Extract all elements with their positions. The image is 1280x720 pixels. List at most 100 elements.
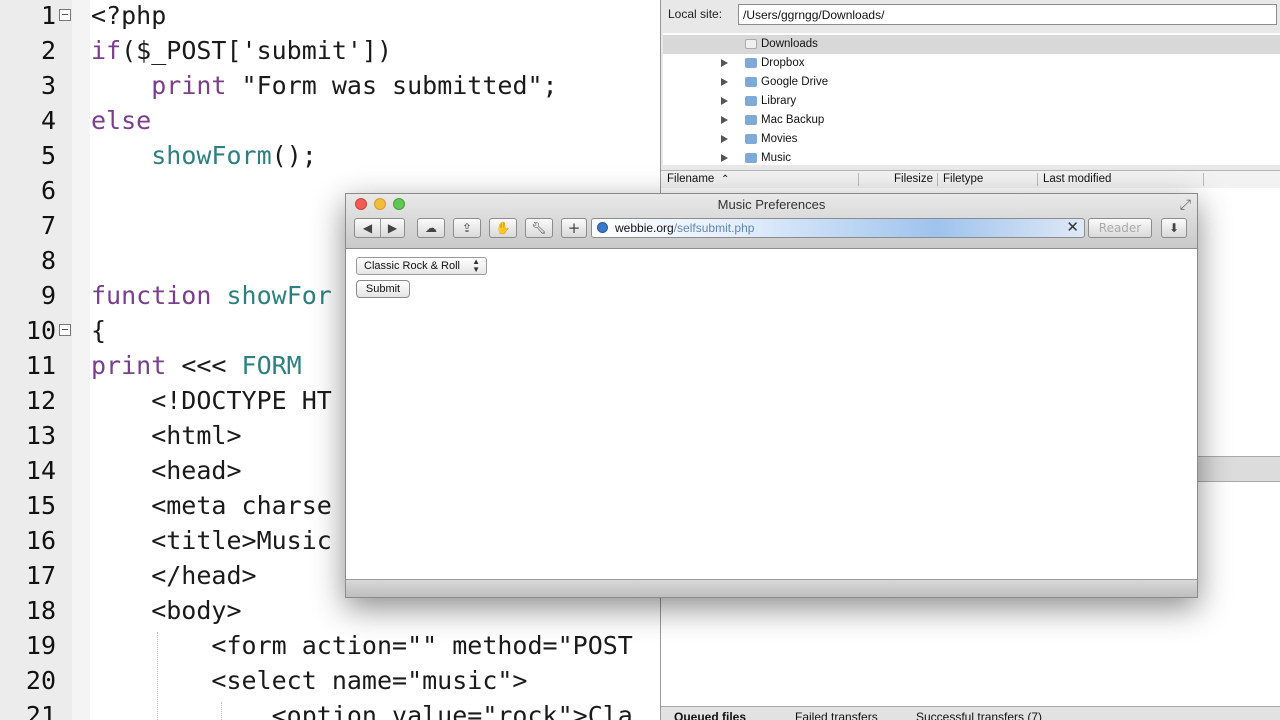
add-bookmark-button[interactable]: + bbox=[561, 218, 587, 238]
back-button[interactable]: ◀ bbox=[355, 219, 381, 237]
tree-item-label: Google Drive bbox=[761, 76, 829, 88]
code-text: <head> bbox=[91, 453, 241, 488]
line-number: 6 bbox=[40, 176, 56, 205]
disclosure-triangle-icon[interactable] bbox=[721, 116, 728, 124]
share-icon: ⇪ bbox=[461, 221, 473, 235]
code-token: <meta charse bbox=[91, 491, 332, 520]
code-token: <body> bbox=[91, 596, 242, 625]
fullscreen-icon[interactable]: ⤢ bbox=[1180, 197, 1191, 213]
browser-titlebar: Music Preferences ⤢ ◀ ▶ ☁ ⇪ ✋ 🔧︎ + webbi… bbox=[346, 194, 1197, 249]
code-token: <!DOCTYPE HT bbox=[91, 386, 332, 415]
code-text: <body> bbox=[91, 593, 242, 628]
code-token: <title>Music bbox=[91, 526, 332, 555]
code-text: <meta charse bbox=[91, 488, 332, 523]
disclosure-triangle-icon[interactable] bbox=[721, 78, 728, 86]
column-last-modified[interactable]: Last modified bbox=[1043, 171, 1111, 188]
tab-failed-transfers[interactable]: Failed transfers bbox=[795, 707, 878, 720]
code-line[interactable]: 21 <option value="rock">Cla bbox=[0, 698, 662, 720]
code-token: showForm bbox=[151, 141, 272, 170]
fold-toggle-icon[interactable] bbox=[59, 9, 71, 21]
tree-item-label: Library bbox=[761, 95, 797, 107]
address-bar[interactable]: webbie.org/selfsubmit.php ✕ bbox=[591, 218, 1085, 238]
downloads-button[interactable]: ⬇ bbox=[1161, 218, 1187, 238]
settings-button[interactable]: 🔧︎ bbox=[525, 218, 553, 238]
url-text: webbie.org/selfsubmit.php bbox=[615, 219, 754, 237]
code-text: <!DOCTYPE HT bbox=[91, 383, 332, 418]
line-number: 16 bbox=[25, 526, 56, 555]
code-line[interactable]: 1 <?php bbox=[0, 0, 662, 33]
sort-ascending-icon[interactable]: ⌃ bbox=[721, 171, 729, 188]
code-line[interactable]: 5 showForm(); bbox=[0, 138, 662, 173]
line-number: 5 bbox=[40, 141, 56, 170]
code-token: print bbox=[91, 351, 167, 380]
tree-item[interactable]: Downloads bbox=[663, 35, 1280, 54]
forward-button[interactable]: ▶ bbox=[380, 219, 405, 237]
code-line[interactable]: 2 if($_POST['submit']) bbox=[0, 33, 662, 68]
block-button[interactable]: ✋ bbox=[489, 218, 517, 238]
code-text: <select name="music"> bbox=[91, 663, 527, 698]
file-list-header: Filename ⌃ Filesize Filetype Last modifi… bbox=[661, 170, 1280, 189]
code-token: FORM bbox=[241, 351, 302, 380]
tree-item-label: Music bbox=[761, 152, 792, 164]
line-number: 14 bbox=[25, 456, 56, 485]
tree-item[interactable]: Google Drive bbox=[663, 73, 1280, 92]
code-text: print "Form was submitted"; bbox=[91, 68, 557, 103]
code-text: <?php bbox=[91, 0, 166, 33]
line-number: 3 bbox=[40, 71, 56, 100]
folder-icon bbox=[745, 77, 757, 87]
code-line[interactable]: 3 print "Form was submitted"; bbox=[0, 68, 662, 103]
folder-icon bbox=[745, 115, 757, 125]
code-token: (); bbox=[271, 141, 317, 170]
code-line[interactable]: 4 else bbox=[0, 103, 662, 138]
local-folder-tree: Downloads Dropbox Google Drive Library Mac B… bbox=[663, 33, 1280, 165]
code-line[interactable]: 18 <body> bbox=[0, 593, 662, 628]
code-text: { bbox=[91, 313, 106, 348]
plus-icon: + bbox=[567, 219, 581, 237]
line-number: 19 bbox=[25, 631, 56, 660]
code-token: <html> bbox=[91, 421, 242, 450]
code-token: { bbox=[91, 316, 107, 345]
disclosure-triangle-icon[interactable] bbox=[721, 135, 728, 143]
code-token: </head> bbox=[91, 561, 257, 590]
tree-item[interactable]: Music bbox=[663, 149, 1280, 165]
fold-toggle-icon[interactable] bbox=[59, 324, 71, 336]
line-number: 21 bbox=[25, 701, 56, 720]
line-number: 1 bbox=[40, 1, 56, 30]
code-token: <?php bbox=[91, 1, 167, 30]
code-text: if($_POST['submit']) bbox=[91, 33, 392, 68]
column-filename[interactable]: Filename bbox=[667, 171, 714, 188]
folder-icon bbox=[745, 134, 757, 144]
line-number: 17 bbox=[25, 561, 56, 590]
browser-window: Music Preferences ⤢ ◀ ▶ ☁ ⇪ ✋ 🔧︎ + webbi… bbox=[345, 193, 1198, 598]
tab-successful-transfers[interactable]: Successful transfers (7) bbox=[916, 707, 1042, 720]
close-icon[interactable]: ✕ bbox=[1066, 219, 1079, 237]
code-line[interactable]: 20 <select name="music"> bbox=[0, 663, 662, 698]
column-filetype[interactable]: Filetype bbox=[943, 171, 983, 188]
tree-item[interactable]: Dropbox bbox=[663, 54, 1280, 73]
submit-button[interactable]: Submit bbox=[356, 280, 410, 298]
music-select[interactable]: Classic Rock & Roll ▲ ▼ bbox=[356, 257, 487, 275]
code-token: if bbox=[91, 36, 122, 65]
icloud-tabs-button[interactable]: ☁ bbox=[417, 218, 445, 238]
tab-queued-files[interactable]: Queued files bbox=[674, 707, 746, 720]
code-text: print <<< FORM bbox=[91, 348, 302, 383]
tree-item[interactable]: Movies bbox=[663, 130, 1280, 149]
disclosure-triangle-icon[interactable] bbox=[721, 154, 728, 162]
share-button[interactable]: ⇪ bbox=[453, 218, 481, 238]
local-site-path-input[interactable]: /Users/ggrngg/Downloads/ bbox=[738, 4, 1277, 25]
reader-button[interactable]: Reader bbox=[1088, 218, 1152, 238]
column-filesize[interactable]: Filesize bbox=[894, 171, 933, 188]
tree-item[interactable]: Library bbox=[663, 92, 1280, 111]
line-number: 13 bbox=[25, 421, 56, 450]
code-text: function showFor bbox=[91, 278, 332, 313]
line-number: 20 bbox=[25, 666, 56, 695]
disclosure-triangle-icon[interactable] bbox=[721, 59, 728, 67]
code-token: function bbox=[91, 281, 212, 310]
folder-icon bbox=[745, 96, 757, 106]
code-line[interactable]: 19 <form action="" method="POST bbox=[0, 628, 662, 663]
status-bar bbox=[346, 579, 1197, 597]
tree-item[interactable]: Mac Backup bbox=[663, 111, 1280, 130]
disclosure-triangle-icon[interactable] bbox=[721, 97, 728, 105]
